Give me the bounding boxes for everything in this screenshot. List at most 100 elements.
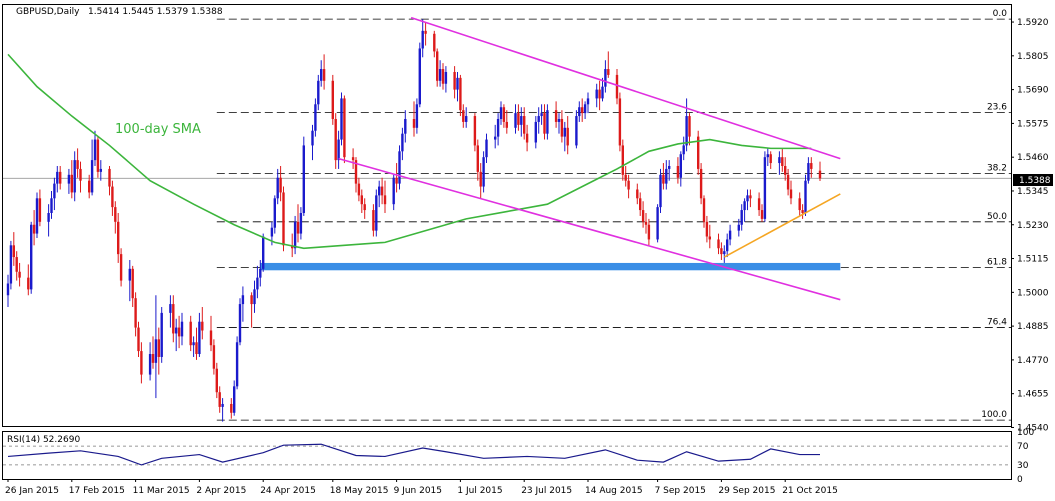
price-tick-label: 1.5920 (1017, 18, 1049, 28)
candle-body (624, 174, 627, 181)
candle-body (99, 168, 102, 172)
candle (238, 298, 242, 346)
candle-body (737, 224, 740, 231)
candle-body (79, 168, 82, 181)
candle (262, 233, 265, 272)
candle-body (209, 330, 213, 346)
candle-body (90, 160, 94, 193)
candle-body (566, 127, 569, 146)
candle-body (30, 224, 33, 290)
candle-body (444, 71, 448, 84)
candle-body (6, 283, 10, 296)
candle-body (198, 321, 201, 355)
price-tick-label: 1.5460 (1017, 153, 1049, 163)
candle-body (746, 195, 749, 202)
rsi-tick-label: 0 (1017, 475, 1023, 485)
candle-body (462, 110, 465, 122)
candle-body (421, 30, 424, 49)
rsi-tick-label: 70 (1017, 442, 1029, 452)
candle-body (639, 198, 642, 211)
candle-body (685, 116, 688, 146)
candle-body (157, 339, 160, 357)
time-tick-label: 17 Feb 2015 (69, 486, 125, 496)
fib-level-label: 38.2 (987, 163, 1007, 173)
candle-body (395, 177, 398, 184)
candle-body (505, 121, 508, 128)
main-panel-frame (2, 4, 1012, 427)
candle-body (726, 239, 729, 252)
candle-body (520, 116, 523, 125)
candle (804, 174, 807, 216)
candle-body (453, 71, 456, 90)
price-axis: 1.5920 1.5805 1.5690 1.5575 1.5460 1.5345 1.52… (1011, 18, 1049, 485)
candle-body (276, 177, 279, 199)
price-tick-label: 1.5690 (1017, 86, 1049, 96)
candle-body (546, 110, 549, 134)
candle-body (804, 180, 807, 214)
candle (30, 221, 33, 294)
candle-body (351, 157, 355, 161)
candle-body (235, 342, 239, 387)
candle-body (494, 136, 497, 140)
candle-body (688, 116, 691, 137)
candle-body (180, 321, 184, 337)
candle-body (131, 268, 134, 299)
candle-body (15, 257, 18, 272)
time-tick-label: 21 Oct 2015 (782, 486, 838, 496)
candle-body (438, 69, 442, 81)
time-tick-label: 11 Mar 2015 (133, 486, 190, 496)
candle-body (627, 180, 630, 190)
candle-body (818, 170, 822, 179)
candle-body (778, 157, 781, 164)
time-tick-label: 23 Jul 2015 (521, 486, 572, 496)
symbol-label: GBPUSD,Daily (16, 7, 80, 17)
candle-body (296, 221, 300, 234)
ohlc-label: 1.5414 1.5445 1.5379 1.5388 (88, 7, 223, 17)
candle-body (32, 224, 36, 234)
candle-body (27, 277, 30, 290)
candle-body (218, 392, 221, 407)
candle-body (459, 77, 462, 111)
candle-body (723, 251, 726, 255)
candle-body (270, 227, 274, 237)
candle-body (786, 174, 790, 190)
candle-body (337, 139, 340, 161)
candle-body (412, 118, 416, 128)
candle-body (575, 116, 578, 146)
candle-body (810, 163, 813, 169)
candle-body (618, 98, 622, 146)
candle-body (404, 118, 407, 134)
candle-body (273, 198, 276, 228)
candle-body (35, 198, 39, 234)
candle-body (717, 239, 720, 249)
candle-body (749, 195, 752, 199)
time-tick-label: 14 Aug 2015 (585, 486, 643, 496)
fib-level-label: 61.8 (987, 257, 1007, 267)
candle-body (12, 245, 15, 258)
price-tick-label: 1.5575 (1017, 119, 1049, 129)
candle (35, 192, 39, 238)
price-tick-label: 1.5345 (1017, 187, 1049, 197)
candle (697, 130, 700, 175)
candle (96, 136, 100, 178)
candle-body (702, 198, 706, 222)
candle-body (250, 295, 253, 305)
candle-body (586, 98, 590, 105)
price-tick-label: 1.5805 (1017, 52, 1049, 62)
sma-annotation: 100-day SMA (115, 122, 201, 137)
price-tick-label: 1.5000 (1017, 288, 1049, 298)
candle-body (195, 342, 198, 355)
fib-level-label: 23.6 (987, 103, 1007, 113)
chart-canvas: 0.0 23.6 38.2 50.0 61.8 76.4 100.0 1.5920 1.580… (2, 4, 1053, 496)
candle-body (241, 295, 245, 305)
candle-body (151, 354, 155, 363)
candle-body (801, 210, 804, 214)
candle-body (418, 48, 421, 105)
candle-body (433, 33, 436, 52)
candle-body (311, 130, 314, 146)
candle-body (789, 189, 793, 199)
candle (235, 336, 239, 390)
price-tick-label: 1.5230 (1017, 221, 1049, 231)
candle-body (641, 210, 645, 222)
candle-body (781, 157, 784, 166)
